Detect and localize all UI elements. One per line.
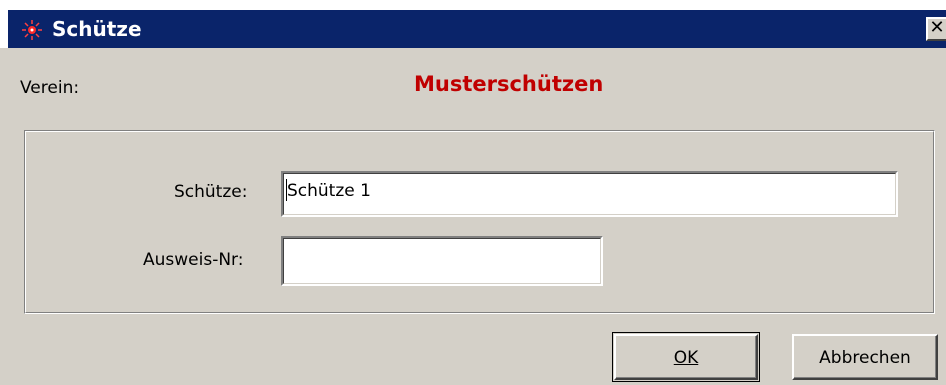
background-strip-left — [0, 10, 8, 48]
club-name: Musterschützen — [414, 72, 604, 96]
close-button[interactable]: ✕ — [926, 17, 946, 41]
background-strip — [0, 0, 946, 10]
cancel-button[interactable]: Abbrechen — [792, 334, 938, 380]
shooter-group-box — [24, 130, 935, 314]
id-number-label: Ausweis-Nr: — [143, 250, 244, 270]
dialog-window: Schütze ✕ Verein: Musterschützen Schütze… — [0, 0, 946, 385]
ok-button-label: OK — [673, 348, 699, 368]
shooter-label: Schütze: — [174, 182, 248, 202]
ok-button[interactable]: OK — [614, 334, 758, 380]
cancel-button-label: Abbrechen — [819, 348, 911, 368]
shooter-name-input[interactable]: Schütze 1 — [281, 171, 898, 217]
shooter-name-value: Schütze 1 — [287, 181, 371, 201]
window-title: Schütze — [52, 17, 142, 41]
id-number-input[interactable] — [281, 236, 603, 286]
close-icon: ✕ — [929, 17, 945, 38]
target-icon — [22, 20, 42, 40]
club-label: Verein: — [20, 78, 80, 98]
title-bar[interactable]: Schütze ✕ — [8, 10, 946, 48]
